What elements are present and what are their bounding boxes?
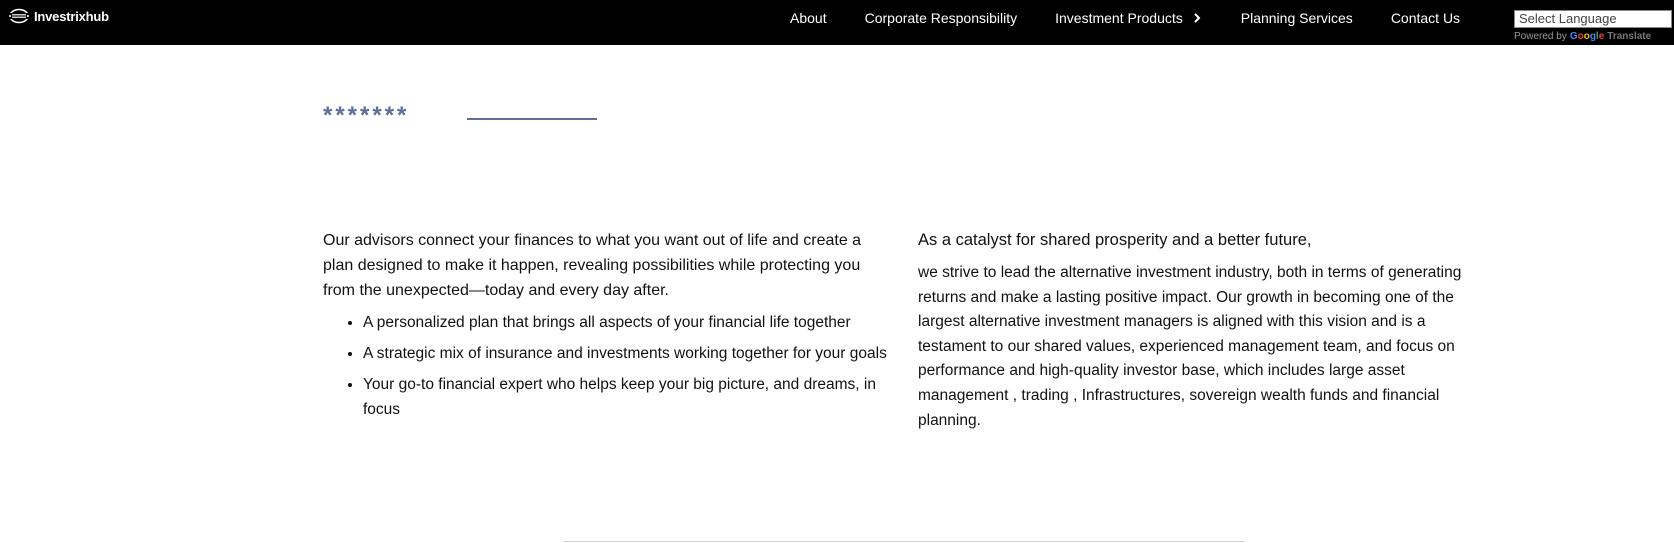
list-item: A strategic mix of insurance and investm… (363, 341, 889, 366)
chevron-right-icon (1194, 13, 1201, 23)
brand-logo-icon (9, 8, 29, 24)
nav-corporate-responsibility[interactable]: Corporate Responsibility (865, 10, 1018, 26)
mission-heading: As a catalyst for shared prosperity and … (918, 231, 1312, 249)
advisors-column: Our advisors connect your finances to wh… (323, 228, 889, 428)
advisors-intro: Our advisors connect your finances to wh… (323, 232, 862, 299)
mission-paragraph: we strive to lead the alternative invest… (918, 264, 1462, 429)
powered-by-label: Powered by (1514, 31, 1567, 42)
brand-name: Investrixhub (34, 8, 109, 24)
nav-about[interactable]: About (790, 10, 827, 26)
translate-label: Translate (1607, 31, 1652, 42)
nav-planning-services[interactable]: Planning Services (1241, 10, 1353, 26)
nav-contact-us[interactable]: Contact Us (1391, 10, 1460, 26)
list-item: A personalized plan that brings all aspe… (363, 310, 889, 335)
language-select[interactable]: Select Language (1514, 10, 1672, 28)
section-divider (564, 541, 1244, 542)
nav-investment-products[interactable]: Investment Products (1055, 10, 1203, 26)
rating-stars: ******* (323, 102, 410, 129)
accent-underline (467, 118, 597, 120)
list-item: Your go-to financial expert who helps ke… (363, 372, 889, 422)
google-translate-widget: Select Language Powered by Google Transl… (1514, 10, 1674, 42)
brand-logo[interactable]: Investrixhub (8, 8, 109, 24)
powered-by-google-translate[interactable]: Powered by Google Translate (1514, 31, 1674, 42)
mission-column: As a catalyst for shared prosperity and … (918, 228, 1488, 433)
nav-investment-products-label: Investment Products (1055, 10, 1183, 26)
top-navigation-bar: Investrixhub About Corporate Responsibil… (0, 0, 1674, 45)
main-nav: About Corporate Responsibility Investmen… (790, 0, 1460, 36)
google-logo: Google (1569, 31, 1605, 42)
benefits-list: A personalized plan that brings all aspe… (323, 310, 889, 422)
